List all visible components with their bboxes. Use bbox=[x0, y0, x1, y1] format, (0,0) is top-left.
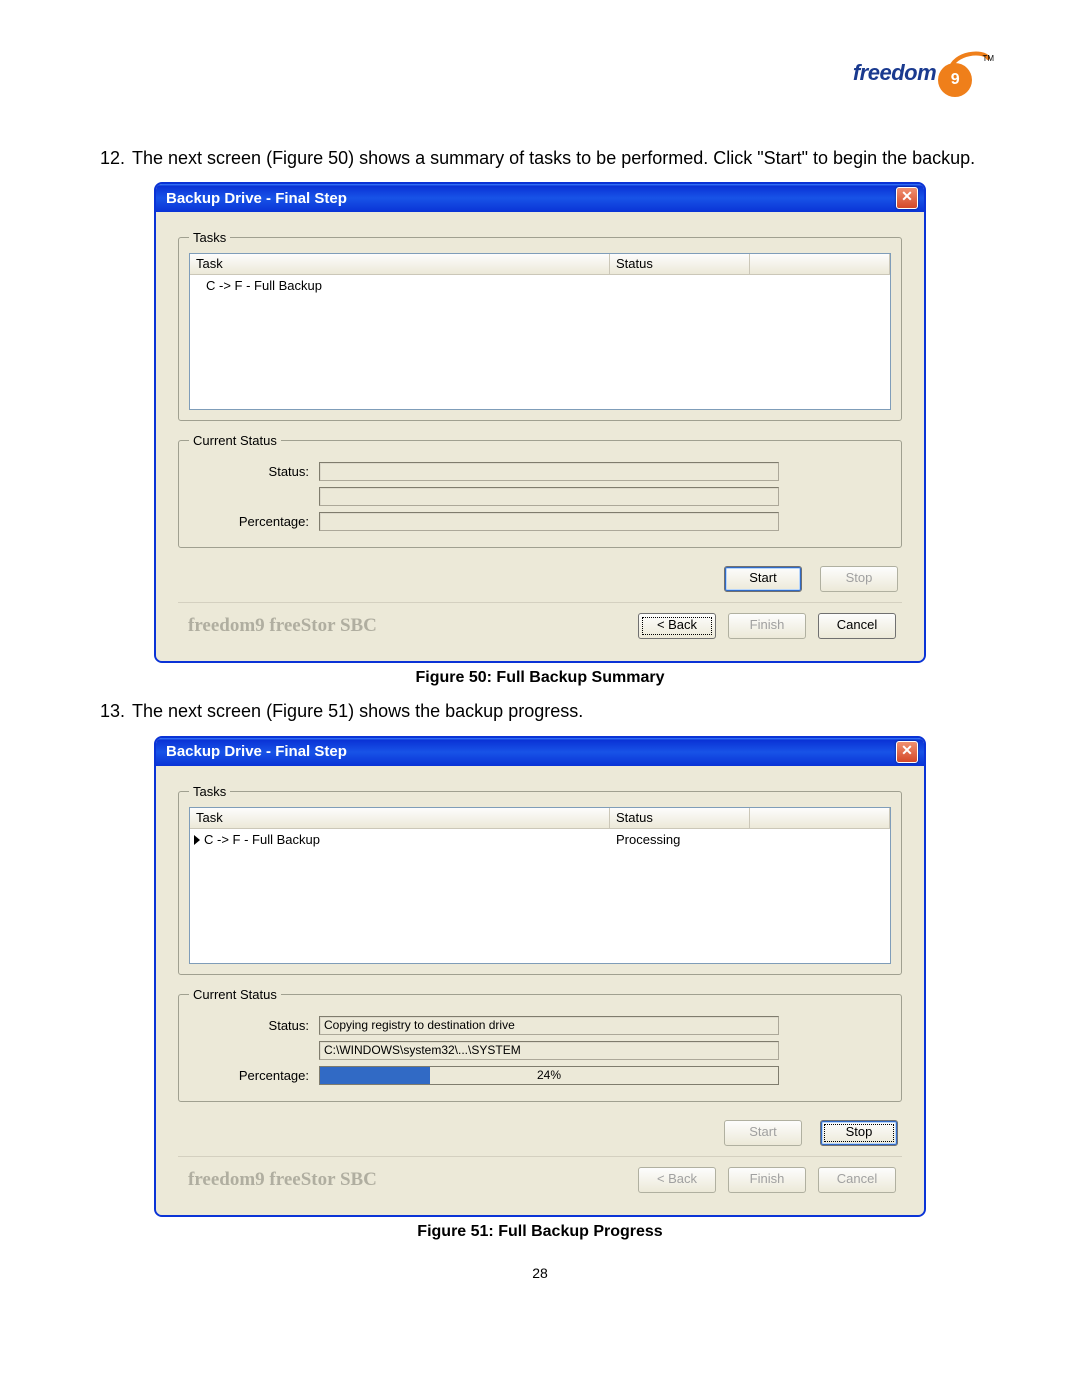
window-title: Backup Drive - Final Step bbox=[166, 190, 347, 207]
status-label: Status: bbox=[189, 1018, 319, 1033]
col-status[interactable]: Status bbox=[610, 254, 750, 274]
tasks-listview[interactable]: Task Status C -> F - Full Backup bbox=[189, 253, 891, 410]
list-header: Task Status bbox=[190, 808, 890, 829]
step-12-num: 12. bbox=[100, 146, 132, 170]
play-icon bbox=[194, 835, 200, 845]
cancel-button: Cancel bbox=[818, 1167, 896, 1193]
percentage-value bbox=[319, 512, 779, 531]
cell-task-text: C -> F - Full Backup bbox=[204, 832, 320, 847]
tasks-listview[interactable]: Task Status C -> F - Full Backup Process… bbox=[189, 807, 891, 964]
cell-status: Processing bbox=[610, 830, 750, 849]
finish-button: Finish bbox=[728, 613, 806, 639]
progress-bar: 24% bbox=[319, 1066, 779, 1085]
current-status-group: Current Status Status: Percentage: bbox=[178, 433, 902, 548]
start-button: Start bbox=[724, 1120, 802, 1146]
figure-51-caption: Figure 51: Full Backup Progress bbox=[100, 1223, 980, 1241]
brand-text: freedom9 freeStor SBC bbox=[184, 615, 638, 637]
tasks-group: Tasks Task Status C -> F - Full Backup bbox=[178, 230, 902, 421]
back-button[interactable]: < Back bbox=[638, 613, 716, 639]
finish-button: Finish bbox=[728, 1167, 806, 1193]
stop-button[interactable]: Stop bbox=[820, 1120, 898, 1146]
cell-task: C -> F - Full Backup bbox=[190, 276, 610, 295]
status-value bbox=[319, 462, 779, 481]
step-12-body: The next screen (Figure 50) shows a summ… bbox=[132, 146, 980, 170]
backup-window-progress: Backup Drive - Final Step ✕ Tasks Task S… bbox=[154, 736, 926, 1217]
window-title: Backup Drive - Final Step bbox=[166, 743, 347, 760]
logo-nine: 9 bbox=[938, 63, 972, 97]
current-status-group: Current Status Status: Copying registry … bbox=[178, 987, 902, 1102]
col-rest[interactable] bbox=[750, 254, 890, 274]
percentage-label: Percentage: bbox=[189, 514, 319, 529]
list-header: Task Status bbox=[190, 254, 890, 275]
col-task[interactable]: Task bbox=[190, 808, 610, 828]
back-button: < Back bbox=[638, 1167, 716, 1193]
start-button[interactable]: Start bbox=[724, 566, 802, 592]
close-icon[interactable]: ✕ bbox=[896, 187, 918, 209]
status-label: Status: bbox=[189, 464, 319, 479]
table-row[interactable]: C -> F - Full Backup Processing bbox=[190, 829, 890, 849]
tasks-group: Tasks Task Status C -> F - Full Backup P… bbox=[178, 784, 902, 975]
step-13-num: 13. bbox=[100, 699, 132, 723]
stop-button: Stop bbox=[820, 566, 898, 592]
table-row[interactable]: C -> F - Full Backup bbox=[190, 275, 890, 295]
cancel-button[interactable]: Cancel bbox=[818, 613, 896, 639]
titlebar: Backup Drive - Final Step ✕ bbox=[156, 738, 924, 766]
current-status-legend: Current Status bbox=[189, 987, 281, 1002]
brand-text: freedom9 freeStor SBC bbox=[184, 1169, 638, 1191]
step-12-text: 12. The next screen (Figure 50) shows a … bbox=[100, 146, 980, 170]
step-13-body: The next screen (Figure 51) shows the ba… bbox=[132, 699, 980, 723]
path-value bbox=[319, 487, 779, 506]
tasks-legend: Tasks bbox=[189, 784, 230, 799]
titlebar: Backup Drive - Final Step ✕ bbox=[156, 184, 924, 212]
step-13-text: 13. The next screen (Figure 51) shows th… bbox=[100, 699, 980, 723]
percentage-label: Percentage: bbox=[189, 1068, 319, 1083]
col-task[interactable]: Task bbox=[190, 254, 610, 274]
figure-50-caption: Figure 50: Full Backup Summary bbox=[100, 669, 980, 687]
status-value: Copying registry to destination drive bbox=[319, 1016, 779, 1035]
path-value: C:\WINDOWS\system32\...\SYSTEM bbox=[319, 1041, 779, 1060]
progress-text: 24% bbox=[320, 1067, 778, 1084]
logo-text: freedom bbox=[853, 60, 936, 86]
col-rest[interactable] bbox=[750, 808, 890, 828]
page-number: 28 bbox=[100, 1265, 980, 1281]
backup-window-summary: Backup Drive - Final Step ✕ Tasks Task S… bbox=[154, 182, 926, 663]
col-status[interactable]: Status bbox=[610, 808, 750, 828]
logo-tm: TM bbox=[982, 54, 994, 63]
current-status-legend: Current Status bbox=[189, 433, 281, 448]
close-icon[interactable]: ✕ bbox=[896, 741, 918, 763]
cell-status bbox=[610, 276, 750, 295]
brand-logo: freedom9 TM bbox=[845, 60, 980, 97]
cell-task: C -> F - Full Backup bbox=[190, 830, 610, 849]
tasks-legend: Tasks bbox=[189, 230, 230, 245]
